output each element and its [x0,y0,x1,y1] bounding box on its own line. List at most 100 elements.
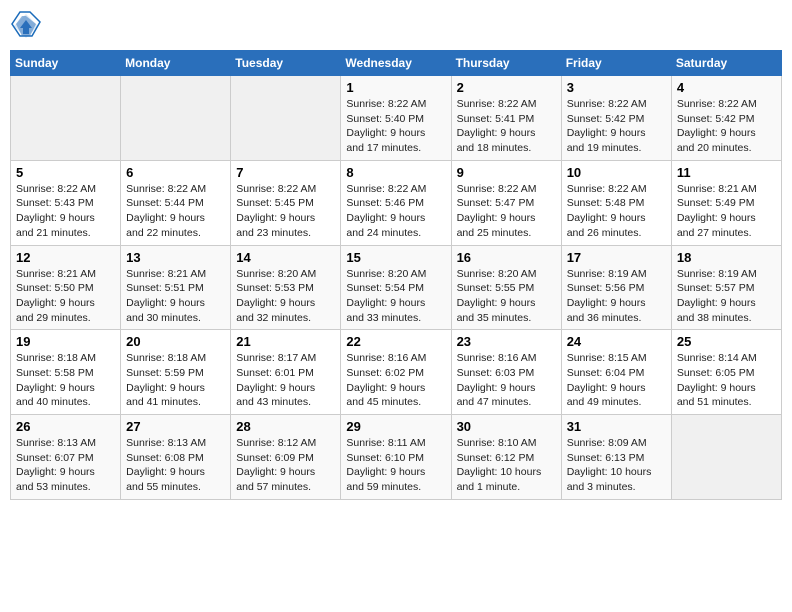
day-info: Sunrise: 8:22 AMSunset: 5:45 PMDaylight:… [236,182,335,241]
day-number: 14 [236,250,335,265]
calendar-cell: 28 Sunrise: 8:12 AMSunset: 6:09 PMDayligh… [231,415,341,500]
day-number: 10 [567,165,666,180]
weekday-header: Saturday [671,51,781,76]
day-number: 7 [236,165,335,180]
day-info: Sunrise: 8:18 AMSunset: 5:58 PMDaylight:… [16,351,115,410]
day-info: Sunrise: 8:19 AMSunset: 5:57 PMDaylight:… [677,267,776,326]
calendar-cell: 22 Sunrise: 8:16 AMSunset: 6:02 PMDayligh… [341,330,451,415]
day-info: Sunrise: 8:22 AMSunset: 5:47 PMDaylight:… [457,182,556,241]
calendar-cell: 6 Sunrise: 8:22 AMSunset: 5:44 PMDaylight… [121,160,231,245]
day-number: 20 [126,334,225,349]
weekday-header-row: SundayMondayTuesdayWednesdayThursdayFrid… [11,51,782,76]
day-number: 29 [346,419,445,434]
calendar-cell: 17 Sunrise: 8:19 AMSunset: 5:56 PMDayligh… [561,245,671,330]
calendar-cell: 14 Sunrise: 8:20 AMSunset: 5:53 PMDayligh… [231,245,341,330]
day-number: 1 [346,80,445,95]
calendar-cell: 31Sunrise: 8:09 AMSunset: 6:13 PMDayligh… [561,415,671,500]
day-number: 6 [126,165,225,180]
weekday-header: Friday [561,51,671,76]
day-info: Sunrise: 8:10 AMSunset: 6:12 PMDaylight:… [457,436,556,495]
calendar-week-row: 5 Sunrise: 8:22 AMSunset: 5:43 PMDaylight… [11,160,782,245]
day-number: 8 [346,165,445,180]
header [10,10,782,42]
weekday-header: Wednesday [341,51,451,76]
page: SundayMondayTuesdayWednesdayThursdayFrid… [0,0,792,612]
calendar-cell: 3 Sunrise: 8:22 AMSunset: 5:42 PMDaylight… [561,76,671,161]
day-info: Sunrise: 8:11 AMSunset: 6:10 PMDaylight:… [346,436,445,495]
calendar-cell [11,76,121,161]
day-number: 13 [126,250,225,265]
day-info: Sunrise: 8:20 AMSunset: 5:53 PMDaylight:… [236,267,335,326]
weekday-header: Sunday [11,51,121,76]
day-info: Sunrise: 8:21 AMSunset: 5:51 PMDaylight:… [126,267,225,326]
day-info: Sunrise: 8:20 AMSunset: 5:54 PMDaylight:… [346,267,445,326]
calendar-cell: 1 Sunrise: 8:22 AMSunset: 5:40 PMDaylight… [341,76,451,161]
calendar-cell: 25 Sunrise: 8:14 AMSunset: 6:05 PMDayligh… [671,330,781,415]
day-number: 16 [457,250,556,265]
weekday-header: Thursday [451,51,561,76]
day-info: Sunrise: 8:13 AMSunset: 6:07 PMDaylight:… [16,436,115,495]
day-info: Sunrise: 8:20 AMSunset: 5:55 PMDaylight:… [457,267,556,326]
day-info: Sunrise: 8:18 AMSunset: 5:59 PMDaylight:… [126,351,225,410]
weekday-header: Monday [121,51,231,76]
day-info: Sunrise: 8:22 AMSunset: 5:44 PMDaylight:… [126,182,225,241]
day-number: 2 [457,80,556,95]
day-number: 18 [677,250,776,265]
calendar-cell [231,76,341,161]
logo [10,10,42,42]
calendar-cell: 8Sunrise: 8:22 AMSunset: 5:46 PMDaylight… [341,160,451,245]
day-info: Sunrise: 8:22 AMSunset: 5:42 PMDaylight:… [567,97,666,156]
day-number: 21 [236,334,335,349]
calendar-cell: 23 Sunrise: 8:16 AMSunset: 6:03 PMDayligh… [451,330,561,415]
day-info: Sunrise: 8:19 AMSunset: 5:56 PMDaylight:… [567,267,666,326]
day-info: Sunrise: 8:22 AMSunset: 5:43 PMDaylight:… [16,182,115,241]
calendar-cell: 10 Sunrise: 8:22 AMSunset: 5:48 PMDayligh… [561,160,671,245]
day-info: Sunrise: 8:16 AMSunset: 6:03 PMDaylight:… [457,351,556,410]
day-number: 31 [567,419,666,434]
day-number: 4 [677,80,776,95]
calendar-cell: 16 Sunrise: 8:20 AMSunset: 5:55 PMDayligh… [451,245,561,330]
day-number: 28 [236,419,335,434]
day-number: 26 [16,419,115,434]
day-info: Sunrise: 8:16 AMSunset: 6:02 PMDaylight:… [346,351,445,410]
day-number: 15 [346,250,445,265]
calendar-table: SundayMondayTuesdayWednesdayThursdayFrid… [10,50,782,500]
day-info: Sunrise: 8:22 AMSunset: 5:40 PMDaylight:… [346,97,445,156]
calendar-cell: 2Sunrise: 8:22 AMSunset: 5:41 PMDaylight… [451,76,561,161]
calendar-cell [121,76,231,161]
calendar-cell: 4Sunrise: 8:22 AMSunset: 5:42 PMDaylight… [671,76,781,161]
day-info: Sunrise: 8:14 AMSunset: 6:05 PMDaylight:… [677,351,776,410]
calendar-week-row: 1 Sunrise: 8:22 AMSunset: 5:40 PMDaylight… [11,76,782,161]
day-number: 23 [457,334,556,349]
weekday-header: Tuesday [231,51,341,76]
calendar-cell: 30 Sunrise: 8:10 AMSunset: 6:12 PMDayligh… [451,415,561,500]
day-info: Sunrise: 8:17 AMSunset: 6:01 PMDaylight:… [236,351,335,410]
calendar-cell: 9Sunrise: 8:22 AMSunset: 5:47 PMDaylight… [451,160,561,245]
calendar-cell: 13 Sunrise: 8:21 AMSunset: 5:51 PMDayligh… [121,245,231,330]
day-number: 22 [346,334,445,349]
day-number: 25 [677,334,776,349]
day-number: 5 [16,165,115,180]
day-info: Sunrise: 8:12 AMSunset: 6:09 PMDaylight:… [236,436,335,495]
calendar-cell: 27Sunrise: 8:13 AMSunset: 6:08 PMDayligh… [121,415,231,500]
calendar-cell: 15 Sunrise: 8:20 AMSunset: 5:54 PMDayligh… [341,245,451,330]
logo-icon [10,10,42,42]
day-number: 12 [16,250,115,265]
calendar-cell: 5 Sunrise: 8:22 AMSunset: 5:43 PMDaylight… [11,160,121,245]
day-number: 19 [16,334,115,349]
calendar-cell: 24Sunrise: 8:15 AMSunset: 6:04 PMDayligh… [561,330,671,415]
calendar-cell: 20 Sunrise: 8:18 AMSunset: 5:59 PMDayligh… [121,330,231,415]
day-info: Sunrise: 8:13 AMSunset: 6:08 PMDaylight:… [126,436,225,495]
day-info: Sunrise: 8:21 AMSunset: 5:49 PMDaylight:… [677,182,776,241]
calendar-week-row: 12Sunrise: 8:21 AMSunset: 5:50 PMDayligh… [11,245,782,330]
calendar-week-row: 26 Sunrise: 8:13 AMSunset: 6:07 PMDayligh… [11,415,782,500]
day-number: 30 [457,419,556,434]
day-number: 11 [677,165,776,180]
calendar-cell: 29 Sunrise: 8:11 AMSunset: 6:10 PMDayligh… [341,415,451,500]
calendar-cell: 11 Sunrise: 8:21 AMSunset: 5:49 PMDayligh… [671,160,781,245]
calendar-cell: 26 Sunrise: 8:13 AMSunset: 6:07 PMDayligh… [11,415,121,500]
day-info: Sunrise: 8:22 AMSunset: 5:48 PMDaylight:… [567,182,666,241]
day-number: 3 [567,80,666,95]
day-info: Sunrise: 8:15 AMSunset: 6:04 PMDaylight:… [567,351,666,410]
day-number: 17 [567,250,666,265]
